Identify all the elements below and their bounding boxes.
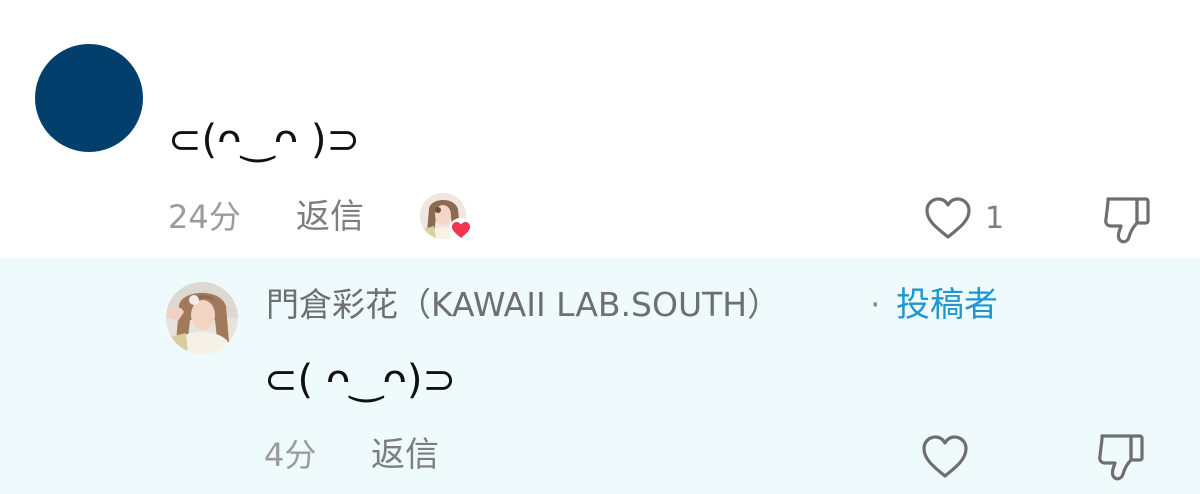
reply-timestamp: 4分 bbox=[264, 436, 317, 474]
reply-reply-button[interactable]: 返信 bbox=[371, 434, 439, 476]
thumbs-down-outline-icon[interactable] bbox=[1094, 429, 1150, 485]
heart-filled-icon bbox=[448, 217, 474, 243]
comment-text: ⊂(ᴖ‿ᴖ )⊃ bbox=[168, 117, 361, 163]
reply-text: ⊂( ᴖ‿ᴖ)⊃ bbox=[264, 357, 457, 403]
heart-outline-icon[interactable] bbox=[918, 431, 972, 483]
creator-badge: 投稿者 bbox=[896, 285, 998, 325]
reply-author-name[interactable]: 門倉彩花（KAWAII LAB.SOUTH） bbox=[266, 282, 780, 328]
heart-outline-icon[interactable] bbox=[922, 194, 974, 244]
meta-separator: · bbox=[870, 285, 881, 324]
reply-author-avatar[interactable] bbox=[166, 282, 238, 354]
comment-item: ⊂(ᴖ‿ᴖ )⊃ 24分 返信 1 bbox=[0, 0, 1200, 258]
creator-liked-indicator bbox=[420, 193, 474, 245]
comment-timestamp: 24分 bbox=[168, 198, 241, 236]
like-count: 1 bbox=[985, 201, 1005, 236]
commenter-avatar[interactable] bbox=[35, 44, 143, 152]
reply-button[interactable]: 返信 bbox=[296, 196, 364, 238]
reply-item: 門倉彩花（KAWAII LAB.SOUTH） · 投稿者 ⊂( ᴖ‿ᴖ)⊃ 4分… bbox=[0, 258, 1200, 494]
thumbs-down-outline-icon[interactable] bbox=[1100, 192, 1156, 248]
